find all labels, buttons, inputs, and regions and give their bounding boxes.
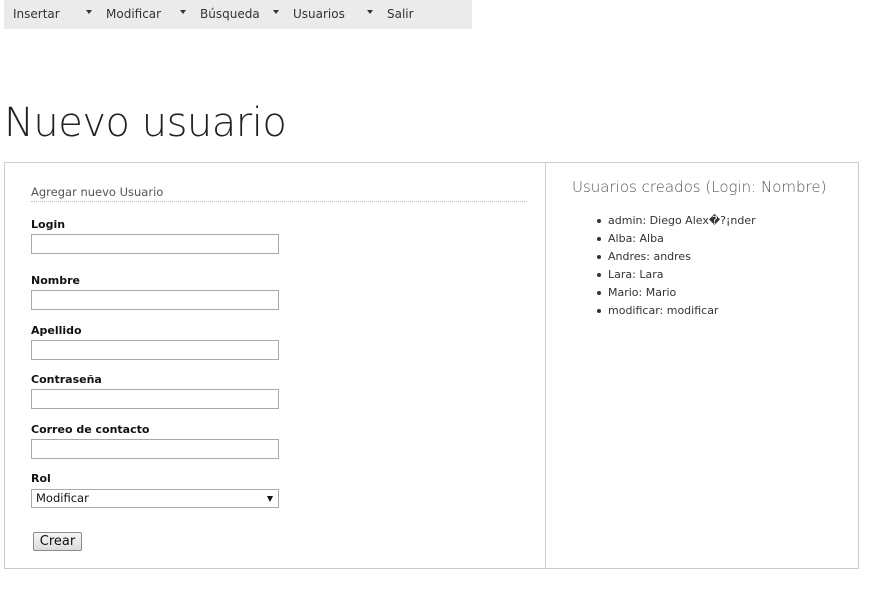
rol-select-value: Modificar [36, 491, 89, 505]
top-nav: Insertar Modificar Búsqueda Usuarios Sal… [4, 0, 472, 29]
bullet-icon [597, 255, 601, 259]
form-legend: Agregar nuevo Usuario [31, 185, 527, 202]
bullet-icon [597, 309, 601, 313]
nav-item-modificar[interactable]: Modificar [106, 7, 161, 21]
crear-button[interactable]: Crear [33, 532, 82, 551]
user-entry: Andres: andres [608, 250, 691, 263]
bullet-icon [597, 237, 601, 241]
bullet-icon [597, 273, 601, 277]
nombre-input[interactable] [31, 290, 279, 310]
nav-item-salir[interactable]: Salir [387, 7, 414, 21]
rol-select[interactable]: Modificar [31, 489, 279, 508]
list-item: Lara: Lara [572, 266, 756, 284]
correo-input[interactable] [31, 439, 279, 459]
login-label: Login [31, 218, 66, 231]
column-divider [545, 163, 546, 568]
bullet-icon [597, 291, 601, 295]
nav-item-insertar[interactable]: Insertar [13, 7, 60, 21]
list-item: Alba: Alba [572, 230, 756, 248]
list-item: Andres: andres [572, 248, 756, 266]
dropdown-caret-icon[interactable] [367, 10, 373, 14]
dropdown-caret-icon[interactable] [273, 10, 279, 14]
main-panel: Agregar nuevo Usuario Login Nombre Apell… [4, 162, 859, 569]
nav-item-usuarios[interactable]: Usuarios [293, 7, 345, 21]
apellido-label: Apellido [31, 324, 82, 337]
contrasena-label: Contraseña [31, 373, 102, 386]
rol-label: Rol [31, 472, 51, 485]
bullet-icon [597, 219, 601, 223]
page-title: Nuevo usuario [4, 100, 287, 146]
nav-item-busqueda[interactable]: Búsqueda [200, 7, 260, 21]
apellido-input[interactable] [31, 340, 279, 360]
login-input[interactable] [31, 234, 279, 254]
user-entry: Mario: Mario [608, 286, 677, 299]
list-item: admin: Diego Alex�?¡nder [572, 212, 756, 230]
user-entry: Alba: Alba [608, 232, 664, 245]
dropdown-caret-icon[interactable] [86, 10, 92, 14]
dropdown-caret-icon[interactable] [180, 10, 186, 14]
users-heading: Usuarios creados (Login: Nombre) [572, 178, 827, 196]
user-entry: admin: Diego Alex�?¡nder [608, 214, 756, 227]
user-entry: Lara: Lara [608, 268, 664, 281]
nombre-label: Nombre [31, 274, 80, 287]
correo-label: Correo de contacto [31, 423, 150, 436]
user-entry: modificar: modificar [608, 304, 719, 317]
list-item: Mario: Mario [572, 284, 756, 302]
users-list: admin: Diego Alex�?¡nder Alba: Alba Andr… [572, 212, 756, 320]
contrasena-input[interactable] [31, 389, 279, 409]
list-item: modificar: modificar [572, 302, 756, 320]
select-arrow-icon [267, 496, 273, 502]
